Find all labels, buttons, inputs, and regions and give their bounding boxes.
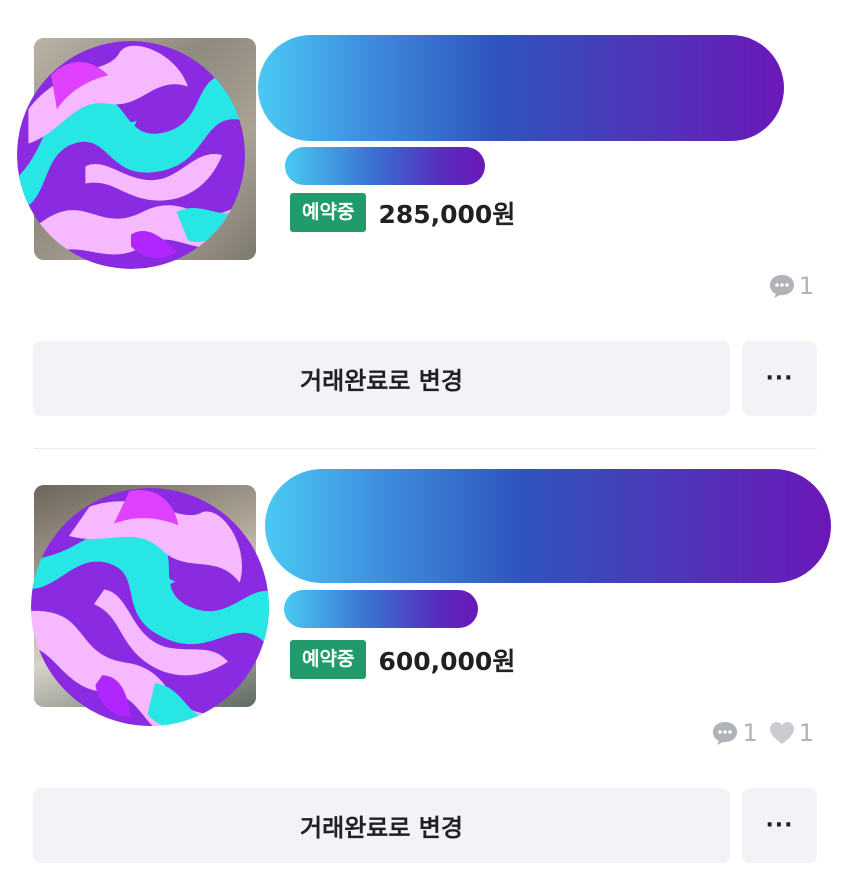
chat-bubble-icon bbox=[713, 722, 738, 745]
comment-count: 1 bbox=[711, 719, 758, 747]
comment-count-value: 1 bbox=[742, 719, 758, 747]
status-price-row: 예약중 285,000원 bbox=[290, 193, 515, 232]
item-title[interactable] bbox=[265, 469, 831, 583]
comment-count: 1 bbox=[768, 272, 814, 300]
item-title[interactable] bbox=[258, 35, 784, 141]
list-item[interactable]: 예약중 600,000원 1 1 거래완료로 변경 ··· bbox=[0, 449, 850, 874]
comment-count-value: 1 bbox=[798, 272, 814, 300]
price: 600,000원 bbox=[378, 646, 516, 676]
item-location bbox=[285, 147, 485, 185]
action-row: 거래완료로 변경 ··· bbox=[33, 788, 817, 863]
more-options-button[interactable]: ··· bbox=[742, 341, 817, 416]
item-stats: 1 bbox=[758, 272, 814, 300]
list-item[interactable]: 예약중 285,000원 1 거래완료로 변경 ··· bbox=[0, 0, 850, 448]
like-count: 1 bbox=[768, 719, 814, 747]
chat-bubble-icon bbox=[769, 275, 794, 298]
status-badge: 예약중 bbox=[290, 193, 367, 232]
marble-sphere-icon bbox=[31, 488, 269, 726]
item-location bbox=[284, 590, 478, 628]
price: 285,000원 bbox=[378, 199, 516, 229]
mark-complete-button[interactable]: 거래완료로 변경 bbox=[33, 788, 730, 863]
mark-complete-button[interactable]: 거래완료로 변경 bbox=[33, 341, 730, 416]
heart-icon bbox=[769, 722, 794, 744]
more-options-button[interactable]: ··· bbox=[742, 788, 817, 863]
like-count-value: 1 bbox=[798, 719, 814, 747]
status-badge: 예약중 bbox=[290, 640, 367, 679]
marble-sphere-icon bbox=[17, 41, 245, 269]
sales-list: 예약중 285,000원 1 거래완료로 변경 ··· 예약중 600,000원… bbox=[0, 0, 850, 874]
item-stats: 1 1 bbox=[701, 719, 814, 747]
action-row: 거래완료로 변경 ··· bbox=[33, 341, 817, 416]
status-price-row: 예약중 600,000원 bbox=[290, 640, 515, 679]
